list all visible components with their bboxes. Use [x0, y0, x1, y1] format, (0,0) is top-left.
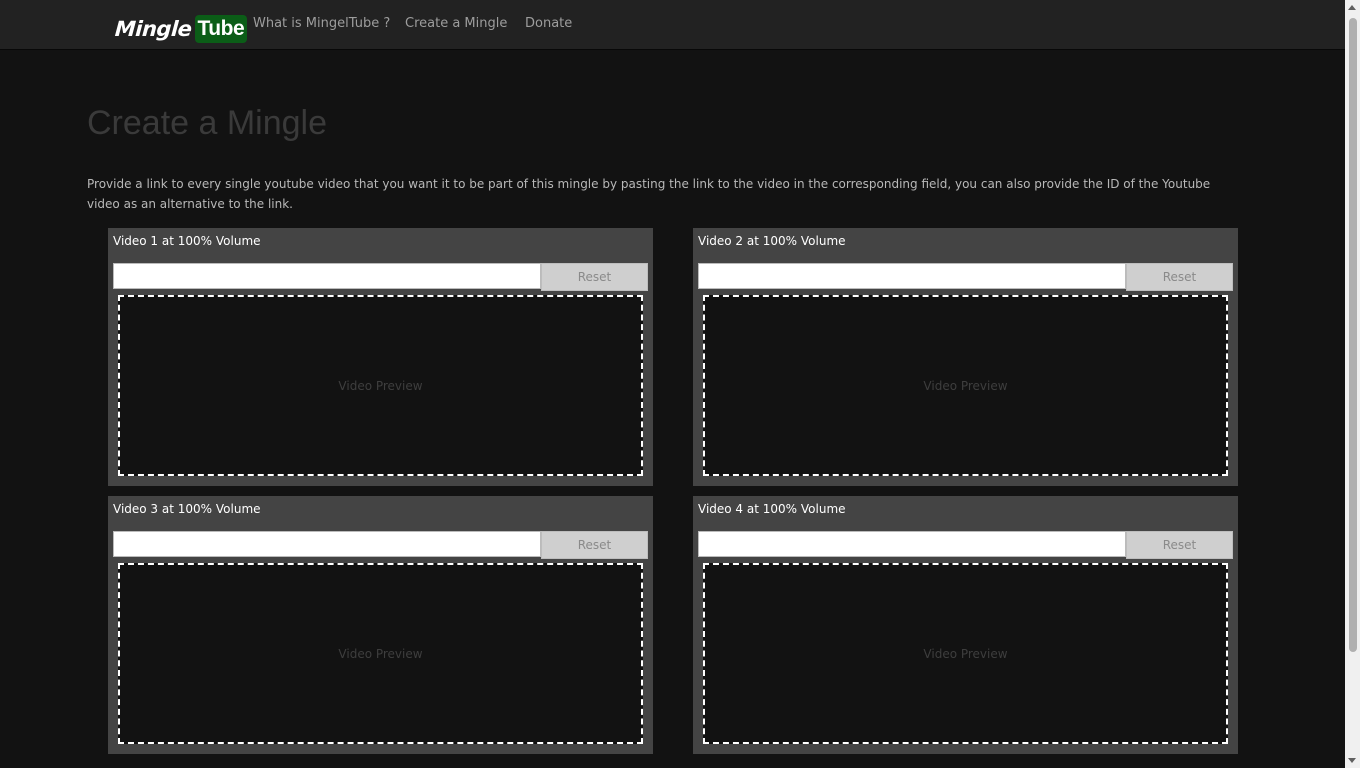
video-preview-label: Video Preview — [338, 378, 423, 393]
video-panel-4: Video 4 at 100% Volume Reset Video Previ… — [693, 496, 1238, 754]
video-1-preview: Video Preview — [118, 295, 643, 476]
video-3-preview: Video Preview — [118, 563, 643, 744]
nav-link-create-mingle[interactable]: Create a Mingle — [405, 16, 507, 31]
video-1-reset-button[interactable]: Reset — [541, 263, 648, 291]
scrollbar-thumb[interactable] — [1349, 18, 1357, 652]
video-panel-3: Video 3 at 100% Volume Reset Video Previ… — [108, 496, 653, 754]
scroll-down-arrow-icon[interactable] — [1348, 758, 1356, 763]
video-2-url-input[interactable] — [698, 263, 1126, 289]
video-4-reset-button[interactable]: Reset — [1126, 531, 1233, 559]
video-panel-2: Video 2 at 100% Volume Reset Video Previ… — [693, 228, 1238, 486]
video-4-url-input[interactable] — [698, 531, 1126, 557]
intro-text: Provide a link to every single youtube v… — [87, 177, 1211, 211]
video-preview-label: Video Preview — [338, 646, 423, 661]
video-preview-label: Video Preview — [923, 378, 1008, 393]
page-title: Create a Mingle — [87, 104, 328, 142]
scroll-up-arrow-icon[interactable] — [1348, 5, 1356, 10]
nav-link-what-is[interactable]: What is MingelTube ? — [253, 16, 390, 31]
video-4-preview: Video Preview — [703, 563, 1228, 744]
video-panel-title: Video 4 at 100% Volume — [698, 502, 846, 516]
nav-link-donate[interactable]: Donate — [525, 16, 572, 31]
brand-logo[interactable]: Mingle Tube — [114, 14, 248, 44]
brand-logo-tube: Tube — [194, 15, 248, 43]
video-panel-1: Video 1 at 100% Volume Reset Video Previ… — [108, 228, 653, 486]
video-1-url-input[interactable] — [113, 263, 541, 289]
video-panel-title: Video 1 at 100% Volume — [113, 234, 261, 248]
video-2-reset-button[interactable]: Reset — [1126, 263, 1233, 291]
video-3-reset-button[interactable]: Reset — [541, 531, 648, 559]
video-2-preview: Video Preview — [703, 295, 1228, 476]
vertical-scrollbar[interactable] — [1345, 0, 1360, 768]
brand-logo-mingle: Mingle — [114, 17, 193, 41]
top-navbar: Mingle Tube What is MingelTube ? Create … — [0, 0, 1345, 50]
video-panel-title: Video 3 at 100% Volume — [113, 502, 261, 516]
video-panel-title: Video 2 at 100% Volume — [698, 234, 846, 248]
video-preview-label: Video Preview — [923, 646, 1008, 661]
video-3-url-input[interactable] — [113, 531, 541, 557]
